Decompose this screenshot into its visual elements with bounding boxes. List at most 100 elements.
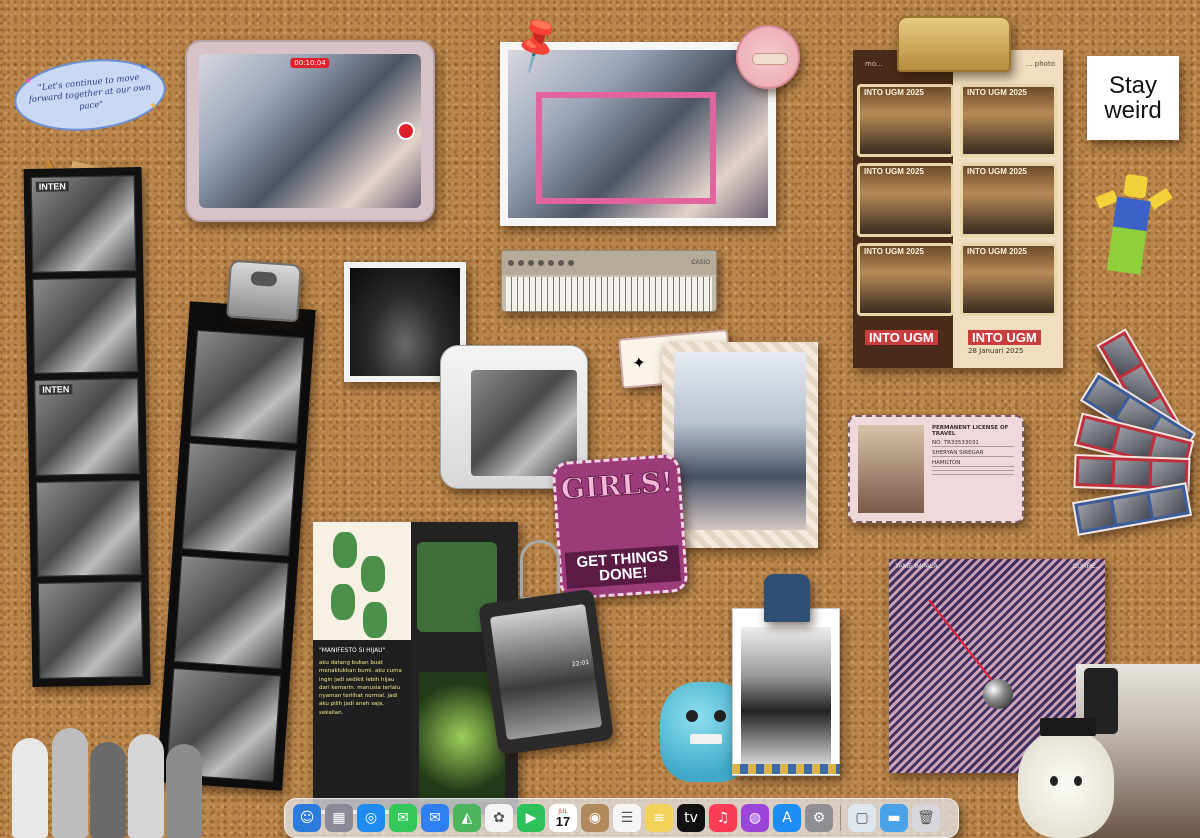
podcasts-icon[interactable]: ◍ bbox=[741, 804, 769, 832]
license-name: SHERYAN SIREGAR bbox=[932, 450, 1014, 457]
booth-frame: INTO UGM 2025 bbox=[960, 84, 1057, 158]
girls-get-things-done-patch: GIRLS! GET THINGS DONE! bbox=[551, 453, 689, 601]
gold-clip-icon bbox=[897, 16, 1011, 72]
stay-weird-line1: Stay bbox=[1108, 71, 1157, 99]
record-button[interactable] bbox=[397, 122, 415, 140]
zine-body: aku datang bukan buat menaklukkan bumi. … bbox=[319, 660, 402, 716]
clipboard-header-left: mo... bbox=[865, 60, 883, 68]
launchpad-icon[interactable]: ▦ bbox=[325, 804, 353, 832]
strip-photo bbox=[189, 329, 305, 445]
star-icon: ★ bbox=[148, 101, 159, 112]
star-icon: ✦ bbox=[631, 352, 647, 373]
calendar-icon[interactable]: JUL 17 bbox=[549, 804, 577, 832]
license-city: HAMILTON bbox=[932, 460, 1014, 467]
fan-strip[interactable] bbox=[1071, 482, 1193, 536]
group-photo[interactable] bbox=[500, 42, 776, 226]
synth-panel: CASIO bbox=[502, 251, 716, 275]
license-photo bbox=[858, 425, 924, 513]
strip-photo bbox=[35, 479, 142, 578]
booth-frame: INTO UGM 2025 bbox=[857, 84, 954, 158]
preview-icon[interactable]: ▢ bbox=[848, 804, 876, 832]
teeth-icon bbox=[690, 734, 722, 744]
zine-manifesto: "MANIFESTO SI HIJAU" aku datang bukan bu… bbox=[313, 640, 412, 810]
booth-frame: INTO UGM 2025 bbox=[857, 242, 954, 316]
patch-bottom-text: GET THINGS DONE! bbox=[564, 544, 681, 589]
photobooth-grid: INTO UGM 2025 INTO UGM 2025 INTO UGM 202… bbox=[857, 84, 1057, 362]
booth-footer: INTO UGM 28 Januari 2025 bbox=[857, 322, 954, 362]
strip-photo bbox=[32, 276, 139, 375]
quote-sticker: "Let's continue to move forward together… bbox=[10, 52, 170, 138]
strip-photo bbox=[37, 581, 144, 679]
eye-icon bbox=[686, 710, 698, 722]
ipad-screen: 00:10:04 bbox=[199, 54, 421, 208]
maps-icon[interactable]: ◭ bbox=[453, 804, 481, 832]
system-settings-icon[interactable]: ⚙ bbox=[805, 804, 833, 832]
card-holder-time: 22:01 bbox=[571, 658, 590, 668]
dancers-polaroid[interactable] bbox=[662, 342, 818, 548]
stay-weird-note: Stay weird bbox=[1087, 56, 1179, 140]
tv-icon[interactable]: tv bbox=[677, 804, 705, 832]
calendar-day: 17 bbox=[555, 813, 571, 829]
mail-icon[interactable]: ✉ bbox=[421, 804, 449, 832]
downloads-folder-icon[interactable]: ▬ bbox=[880, 804, 908, 832]
booth-frame: INTO UGM 2025 bbox=[857, 163, 954, 237]
zine-left-page: "MANIFESTO SI HIJAU" aku datang bukan bu… bbox=[313, 522, 412, 814]
photocard-tape bbox=[732, 764, 840, 774]
group-photo-image bbox=[508, 50, 768, 218]
license-info: PERMANENT LICENSE OF TRAVEL NO. TR335330… bbox=[932, 425, 1014, 513]
zine-title: "MANIFESTO SI HIJAU" bbox=[319, 647, 386, 654]
license-number: NO. TR33533031 bbox=[932, 440, 1014, 447]
camera-screen bbox=[471, 370, 577, 476]
travel-license-card[interactable]: PERMANENT LICENSE OF TRAVEL NO. TR335330… bbox=[848, 415, 1024, 523]
roblox-figure-sticker bbox=[1086, 170, 1176, 284]
photostrip-left[interactable]: INTEN INTEN bbox=[23, 167, 151, 687]
album-artist: TAME IMPALA bbox=[895, 563, 938, 570]
album-title: CURRE... bbox=[1072, 563, 1101, 570]
strip-photo bbox=[181, 442, 297, 557]
card-holder-photo: 22:01 bbox=[489, 603, 603, 741]
facetime-icon[interactable]: ▶ bbox=[517, 804, 545, 832]
trash-icon[interactable]: 🗑 bbox=[912, 804, 940, 832]
binder-clip-icon bbox=[226, 259, 302, 323]
strip-caption: INTEN bbox=[39, 384, 73, 396]
album-art-line bbox=[928, 599, 998, 688]
idol-photocard[interactable] bbox=[732, 608, 840, 776]
synth-keys bbox=[506, 277, 712, 311]
eye-icon bbox=[1050, 776, 1058, 786]
notes-icon[interactable]: ≡ bbox=[645, 804, 673, 832]
eye-icon bbox=[1074, 776, 1082, 786]
reminders-icon[interactable]: ☰ bbox=[613, 804, 641, 832]
contacts-icon[interactable]: ◉ bbox=[581, 804, 609, 832]
music-icon[interactable]: ♫ bbox=[709, 804, 737, 832]
patch-top-text: GIRLS! bbox=[559, 465, 675, 507]
quote-text: "Let's continue to move forward together… bbox=[28, 73, 152, 112]
app-store-icon[interactable]: A bbox=[773, 804, 801, 832]
star-icon: ★ bbox=[138, 61, 148, 73]
booth-frame: INTO UGM 2025 bbox=[960, 163, 1057, 237]
strip-photo bbox=[173, 555, 289, 670]
clip-icon bbox=[764, 574, 810, 622]
safari-icon[interactable]: ◎ bbox=[357, 804, 385, 832]
ipad-camera-widget[interactable]: 00:10:04 bbox=[185, 40, 435, 222]
graduation-cap-icon bbox=[1040, 718, 1096, 736]
pink-photo-frame bbox=[536, 92, 716, 204]
group-cutout-photo bbox=[0, 715, 226, 838]
graduation-bunny-plush bbox=[1018, 718, 1114, 838]
messages-icon[interactable]: ✉ bbox=[389, 804, 417, 832]
dancers-photo bbox=[674, 352, 806, 530]
recording-time: 00:10:04 bbox=[290, 58, 330, 68]
casio-keyboard-sticker[interactable]: CASIO bbox=[501, 250, 717, 312]
photos-icon[interactable]: ✿ bbox=[485, 804, 513, 832]
photobooth-clipboard[interactable]: mo... ... photo INTO UGM 2025 INTO UGM 2… bbox=[853, 50, 1063, 368]
synth-brand: CASIO bbox=[691, 260, 710, 266]
photocard-image bbox=[741, 627, 831, 767]
strip-photo: INTEN bbox=[30, 175, 137, 273]
booth-footer-date: 28 Januari 2025 bbox=[865, 346, 921, 355]
photo-card-holder[interactable]: 22:01 bbox=[477, 588, 615, 756]
booth-footer-date: 28 Januari 2025 bbox=[968, 346, 1024, 355]
booth-footer-title: INTO UGM bbox=[865, 329, 938, 345]
rose-pin-badge bbox=[736, 25, 800, 89]
finder-icon[interactable]: ☺ bbox=[293, 804, 321, 832]
eye-icon bbox=[714, 710, 726, 722]
album-art-ball bbox=[983, 679, 1013, 709]
